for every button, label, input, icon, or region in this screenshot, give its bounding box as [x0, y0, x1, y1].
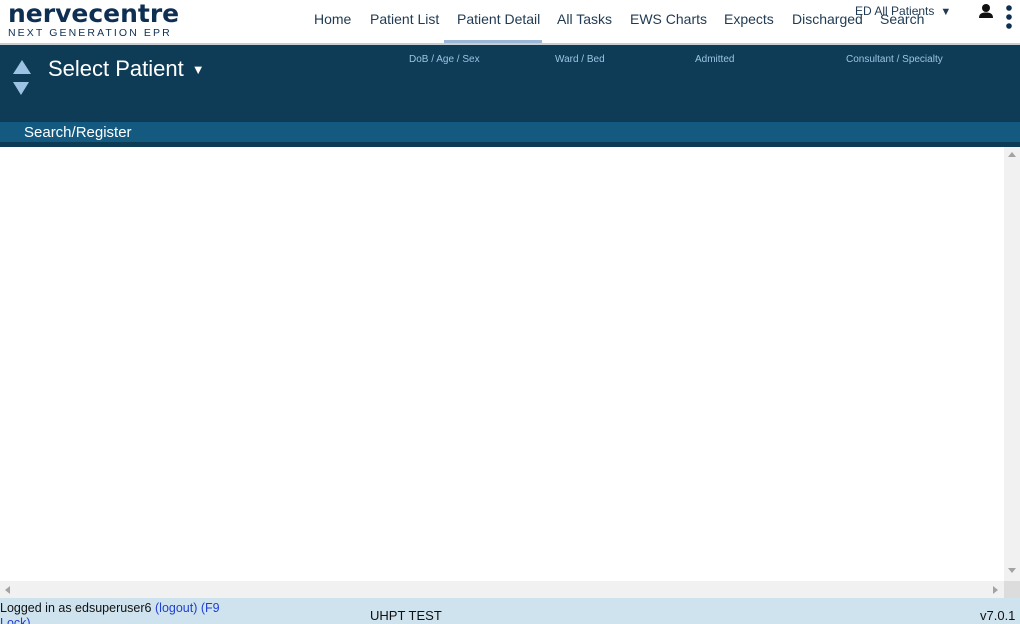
vertical-scrollbar[interactable]	[1004, 147, 1020, 581]
nav-patient-detail[interactable]: Patient Detail	[457, 11, 540, 27]
logo[interactable]: nervecentre NEXT GENERATION EPR	[8, 0, 180, 40]
scroll-down-icon[interactable]	[1008, 568, 1016, 573]
scroll-up-icon[interactable]	[1008, 152, 1016, 157]
login-info: Logged in as edsuperuser6 (logout) (F9 L…	[0, 601, 250, 624]
nav-expects[interactable]: Expects	[724, 11, 774, 27]
status-footer: Logged in as edsuperuser6 (logout) (F9 L…	[0, 598, 1020, 624]
user-icon[interactable]	[978, 3, 994, 21]
logged-in-text: Logged in as edsuperuser6	[0, 601, 152, 615]
search-register-tab[interactable]: Search/Register	[24, 124, 132, 141]
nav-ews-charts[interactable]: EWS Charts	[630, 11, 707, 27]
ward-selector[interactable]: ED All Patients ▼	[855, 4, 951, 18]
top-bar: nervecentre NEXT GENERATION EPR Home Pat…	[0, 0, 1020, 44]
caret-down-icon: ▼	[940, 6, 952, 18]
triangle-up-icon[interactable]	[13, 60, 31, 74]
scroll-left-icon[interactable]	[5, 586, 10, 594]
caret-down-icon: ▼	[191, 62, 205, 77]
logo-wordmark: nervecentre	[8, 0, 180, 28]
triangle-down-icon[interactable]	[13, 82, 29, 95]
header-ward-bed: Ward / Bed	[555, 54, 605, 65]
section-header: Search/Register	[0, 122, 1020, 142]
select-patient-label: Select Patient	[48, 56, 184, 81]
version-label: v7.0.1	[980, 608, 1016, 623]
header-dob-age-sex: DoB / Age / Sex	[409, 54, 480, 65]
header-consultant-specialty: Consultant / Specialty	[846, 54, 943, 65]
patient-banner: Select Patient ▼ DoB / Age / Sex Ward / B…	[0, 45, 1020, 122]
main-content	[0, 147, 1004, 581]
logo-tagline: NEXT GENERATION EPR	[8, 27, 172, 39]
horizontal-scrollbar[interactable]	[0, 581, 1004, 598]
scroll-right-icon[interactable]	[993, 586, 998, 594]
scrollbar-corner	[1004, 581, 1020, 598]
header-admitted: Admitted	[695, 54, 735, 65]
nav-patient-list[interactable]: Patient List	[370, 11, 439, 27]
environment-label: UHPT TEST	[370, 608, 442, 623]
nav-discharged[interactable]: Discharged	[792, 11, 863, 27]
ward-selector-label: ED All Patients	[855, 4, 935, 18]
logout-link[interactable]: (logout)	[155, 601, 197, 615]
select-patient-dropdown[interactable]: Select Patient ▼	[48, 56, 205, 82]
nav-home[interactable]: Home	[314, 11, 351, 27]
nav-all-tasks[interactable]: All Tasks	[557, 11, 612, 27]
more-vertical-icon[interactable]	[1004, 4, 1014, 32]
